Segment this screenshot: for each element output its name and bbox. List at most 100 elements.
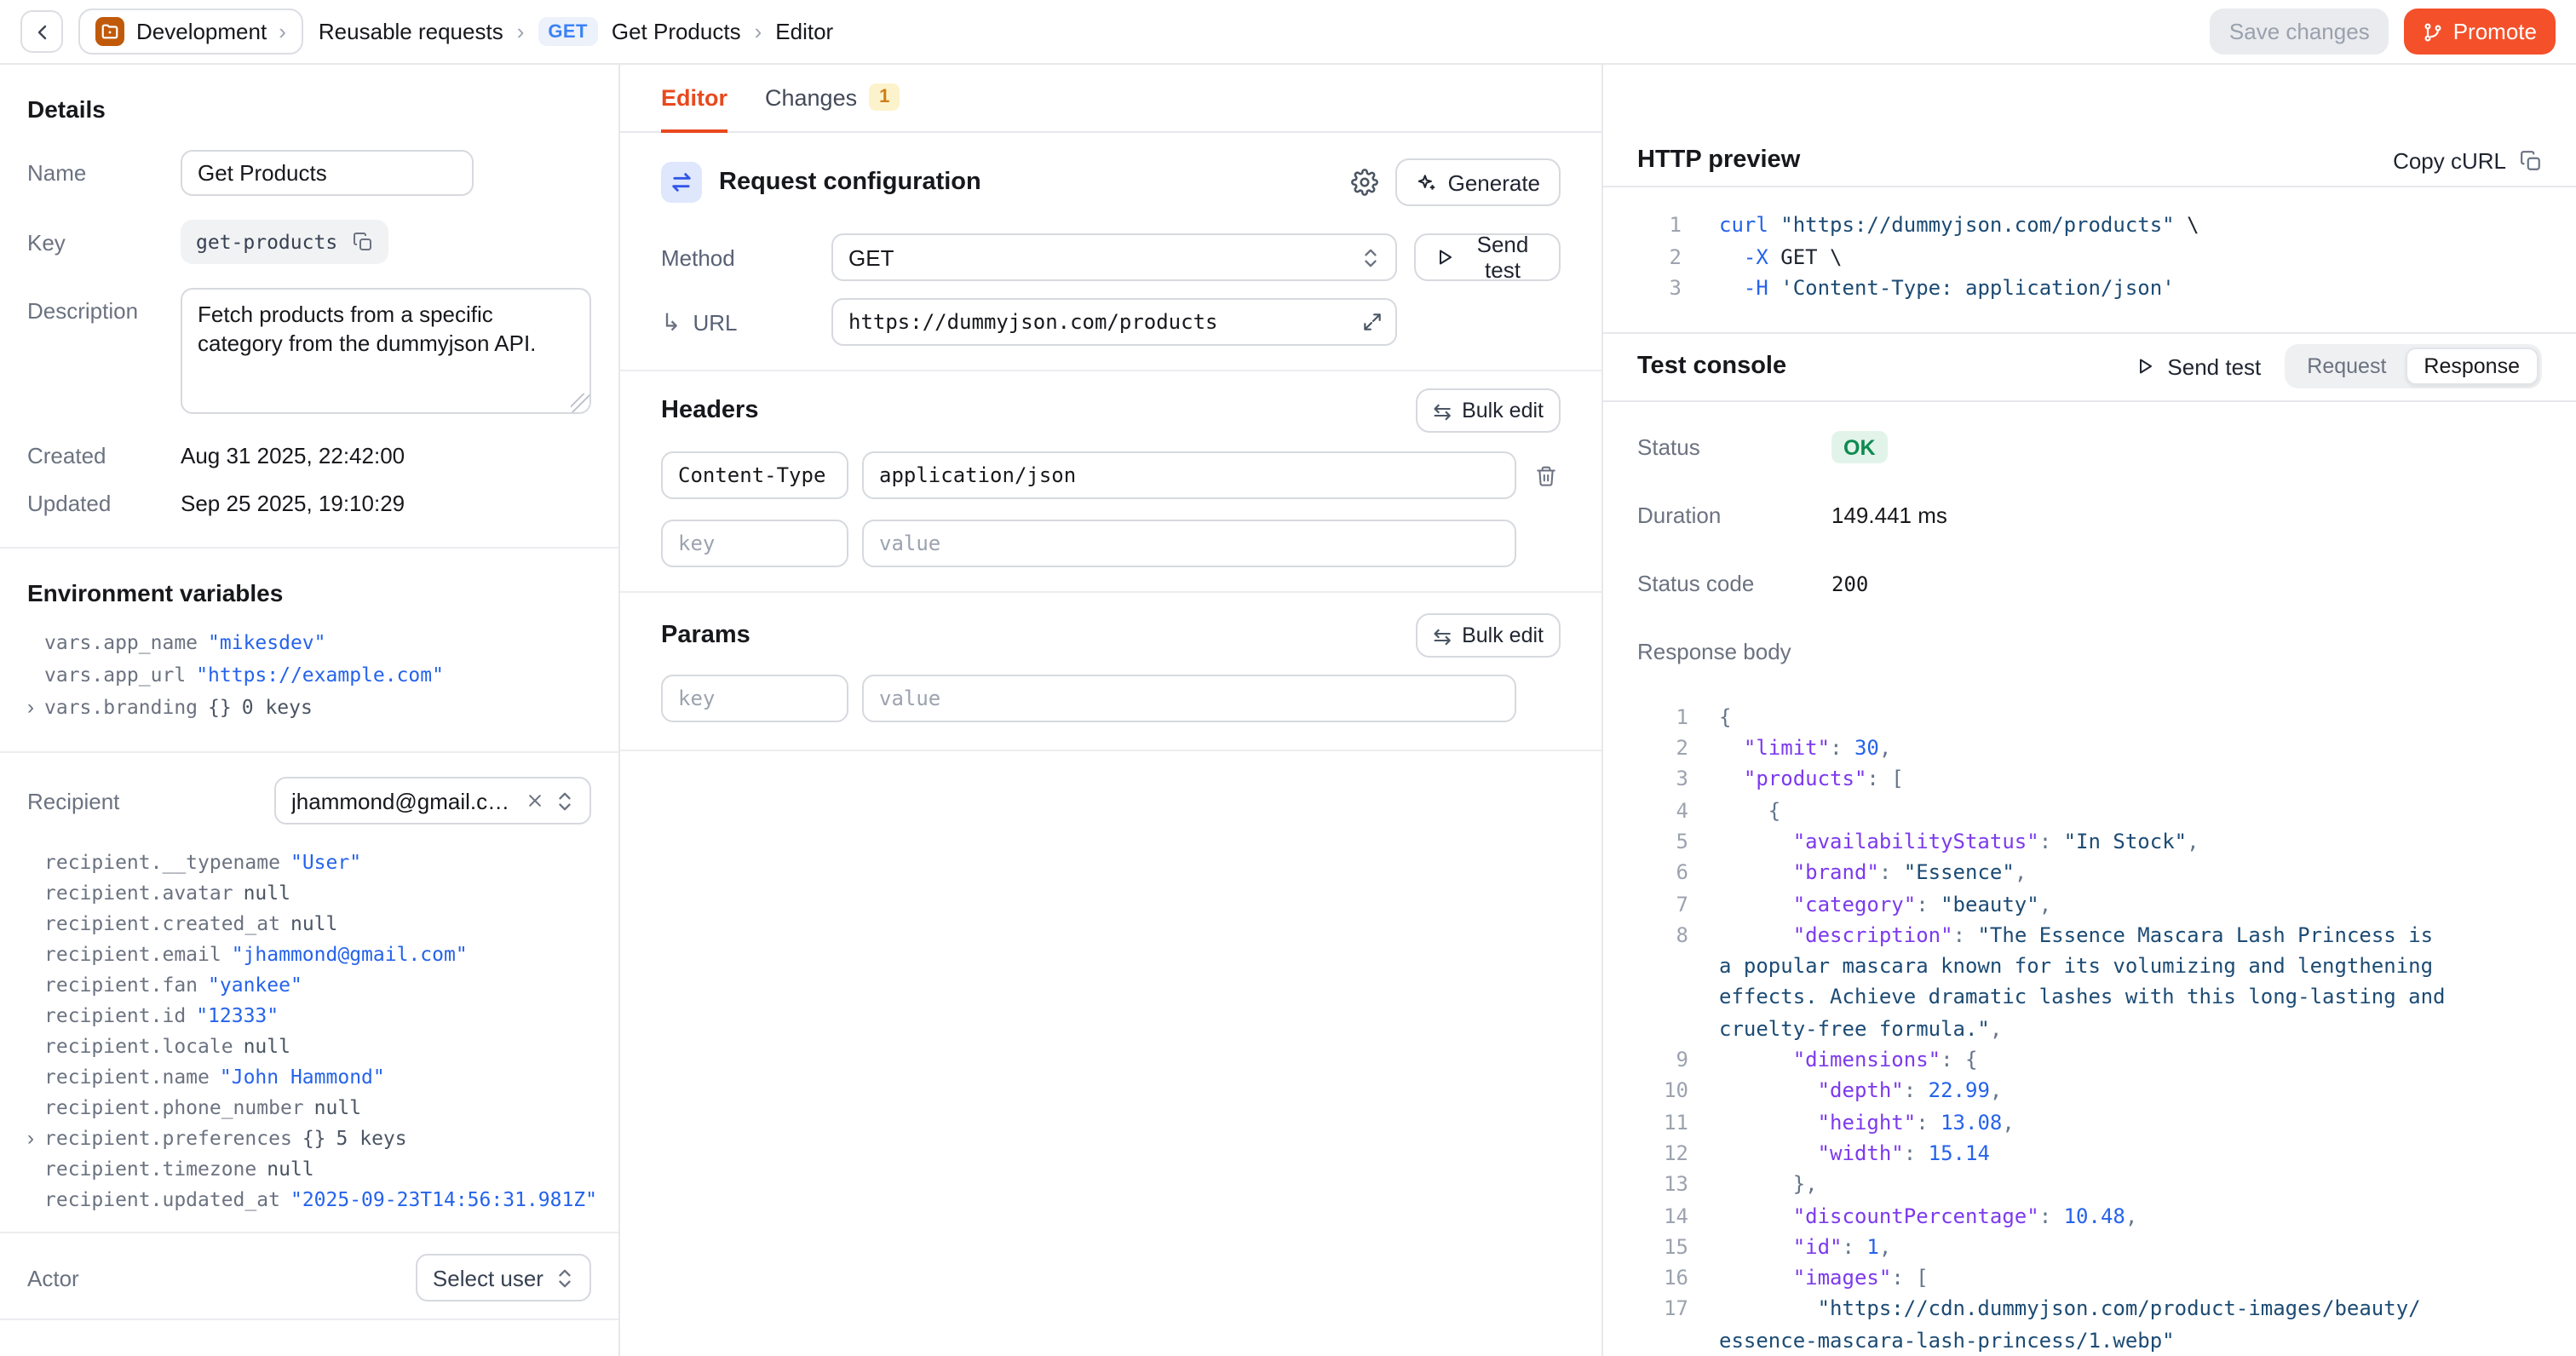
request-configuration-title: Request configuration (719, 169, 981, 196)
response-line: 12 "width": 15.14 (1637, 1138, 2542, 1169)
header-key-input[interactable] (661, 451, 848, 499)
url-input[interactable] (831, 298, 1397, 346)
header-value-input[interactable] (862, 451, 1516, 499)
line-number: 15 (1637, 1232, 1688, 1263)
tab-editor[interactable]: Editor (661, 65, 727, 133)
name-input[interactable] (181, 150, 474, 196)
created-row: Created Aug 31 2025, 22:42:00 (27, 443, 591, 468)
request-tab[interactable]: Request (2288, 348, 2405, 386)
key-value: get-products (196, 230, 337, 254)
copy-curl-button[interactable]: Copy cURL (2393, 148, 2542, 174)
recipient-header: Recipient jhammond@gmail.com (27, 777, 591, 825)
breadcrumb-section[interactable]: Reusable requests (319, 19, 503, 44)
recipient-select[interactable]: jhammond@gmail.com (274, 777, 591, 825)
expand-chevron-icon[interactable]: › (27, 1123, 34, 1153)
response-line: 3 "products": [ (1637, 764, 2542, 796)
updated-label: Updated (27, 491, 181, 516)
changes-count-badge: 1 (869, 83, 900, 111)
response-line-content: effects. Achieve dramatic lashes with th… (1719, 982, 2446, 1014)
details-section: Details Name Key get-products (0, 65, 618, 547)
recipient-selected-value: jhammond@gmail.com (291, 788, 515, 813)
headers-heading: Headers (661, 397, 758, 424)
description-textarea[interactable]: Fetch products from a specific category … (181, 288, 591, 414)
env-variable-row: ›vars.branding{}0 keys (27, 692, 591, 724)
top-bar: Development › Reusable requests › GET Ge… (0, 0, 2576, 65)
curl-line: 1curl "https://dummyjson.com/products" \ (1637, 210, 2542, 241)
recipient-variable-key: recipient.phone_number (44, 1092, 304, 1123)
curl-line-content: -X GET \ (1719, 241, 1843, 273)
recipient-variable-row: recipient.__typename"User" (27, 847, 591, 877)
recipient-variable-row: recipient.updated_at"2025-09-23T14:56:31… (27, 1184, 591, 1215)
response-line: 1{ (1637, 702, 2542, 733)
response-line-content: "dimensions": { (1719, 1044, 1977, 1076)
environment-switcher[interactable]: Development › (78, 9, 303, 55)
response-line-content: "depth": 22.99, (1719, 1076, 2002, 1107)
response-line: 5 "availabilityStatus": "In Stock", (1637, 826, 2542, 858)
param-key-input[interactable] (661, 675, 848, 722)
recipient-variable-key: recipient.preferences (44, 1123, 292, 1153)
bulk-edit-label: Bulk edit (1462, 623, 1544, 647)
recipient-variable-value: null (267, 1153, 313, 1184)
recipient-variable-value: {} (302, 1123, 326, 1153)
send-test-button[interactable]: Send test (1414, 233, 1561, 281)
recipient-variable-value: null (314, 1092, 361, 1123)
clear-recipient-button[interactable] (526, 792, 543, 809)
generate-button[interactable]: Generate (1395, 158, 1561, 206)
response-line: 11 "height": 13.08, (1637, 1106, 2542, 1138)
expand-url-button[interactable] (1361, 311, 1383, 333)
line-number: 3 (1637, 764, 1688, 796)
save-changes-button[interactable]: Save changes (2211, 9, 2389, 55)
tab-editor-label: Editor (661, 84, 727, 110)
duration-row: Duration 149.441 ms (1637, 501, 2542, 531)
params-bulk-edit-button[interactable]: ⇆ Bulk edit (1416, 613, 1561, 658)
recipient-variable-row: recipient.avatarnull (27, 877, 591, 908)
curl-line: 2 -X GET \ (1637, 241, 2542, 273)
response-line-content: "height": 13.08, (1719, 1106, 2015, 1138)
play-icon (1435, 247, 1455, 267)
param-value-input[interactable] (862, 675, 1516, 722)
recipient-variable-key: recipient.timezone (44, 1153, 256, 1184)
method-select[interactable]: GET (831, 233, 1397, 281)
swap-icon: ⇆ (1433, 399, 1452, 422)
line-number: 12 (1637, 1138, 1688, 1169)
response-line-content: }, (1719, 1169, 1818, 1200)
header-key-input[interactable] (661, 520, 848, 567)
updated-row: Updated Sep 25 2025, 19:10:29 (27, 491, 591, 516)
tenant-section: Tenant Select tenant (0, 1320, 618, 1356)
main-area: Details Name Key get-products (0, 65, 2576, 1356)
headers-bulk-edit-button[interactable]: ⇆ Bulk edit (1416, 388, 1561, 433)
console-send-test-button[interactable]: Send test (2135, 354, 2261, 380)
breadcrumb-request-name[interactable]: Get Products (612, 19, 741, 44)
line-number (1637, 1324, 1688, 1356)
line-number: 13 (1637, 1169, 1688, 1200)
tab-changes[interactable]: Changes 1 (765, 65, 900, 133)
updated-value: Sep 25 2025, 19:10:29 (181, 491, 405, 516)
promote-button[interactable]: Promote (2404, 9, 2556, 55)
response-tab[interactable]: Response (2405, 348, 2539, 386)
folder-icon (95, 17, 124, 46)
settings-button[interactable] (1351, 169, 1378, 196)
delete-header-button[interactable] (1534, 464, 1556, 486)
response-line: 15 "id": 1, (1637, 1232, 2542, 1263)
actor-placeholder: Select user (433, 1265, 543, 1290)
created-label: Created (27, 443, 181, 468)
status-code-row: Status code 200 (1637, 569, 2542, 600)
response-line-content: "description": "The Essence Mascara Lash… (1719, 920, 2433, 951)
copy-icon (353, 232, 373, 252)
line-number (1637, 1013, 1688, 1044)
header-value-input[interactable] (862, 520, 1516, 567)
env-variable-value: {} (208, 692, 232, 724)
status-code-label: Status code (1637, 572, 1831, 597)
line-number: 7 (1637, 888, 1688, 920)
response-line-content: "id": 1, (1719, 1232, 1891, 1263)
actor-select[interactable]: Select user (416, 1254, 591, 1301)
response-line: 13 }, (1637, 1169, 2542, 1200)
line-number: 2 (1637, 733, 1688, 764)
back-button[interactable] (20, 10, 63, 53)
expand-chevron-icon[interactable]: › (27, 692, 34, 724)
copy-key-button[interactable] (353, 232, 373, 252)
response-line-content: "discountPercentage": 10.48, (1719, 1200, 2137, 1232)
recipient-variable-value: null (244, 1031, 290, 1061)
params-section: Params ⇆ Bulk edit (620, 593, 1601, 751)
generate-label: Generate (1448, 170, 1540, 195)
